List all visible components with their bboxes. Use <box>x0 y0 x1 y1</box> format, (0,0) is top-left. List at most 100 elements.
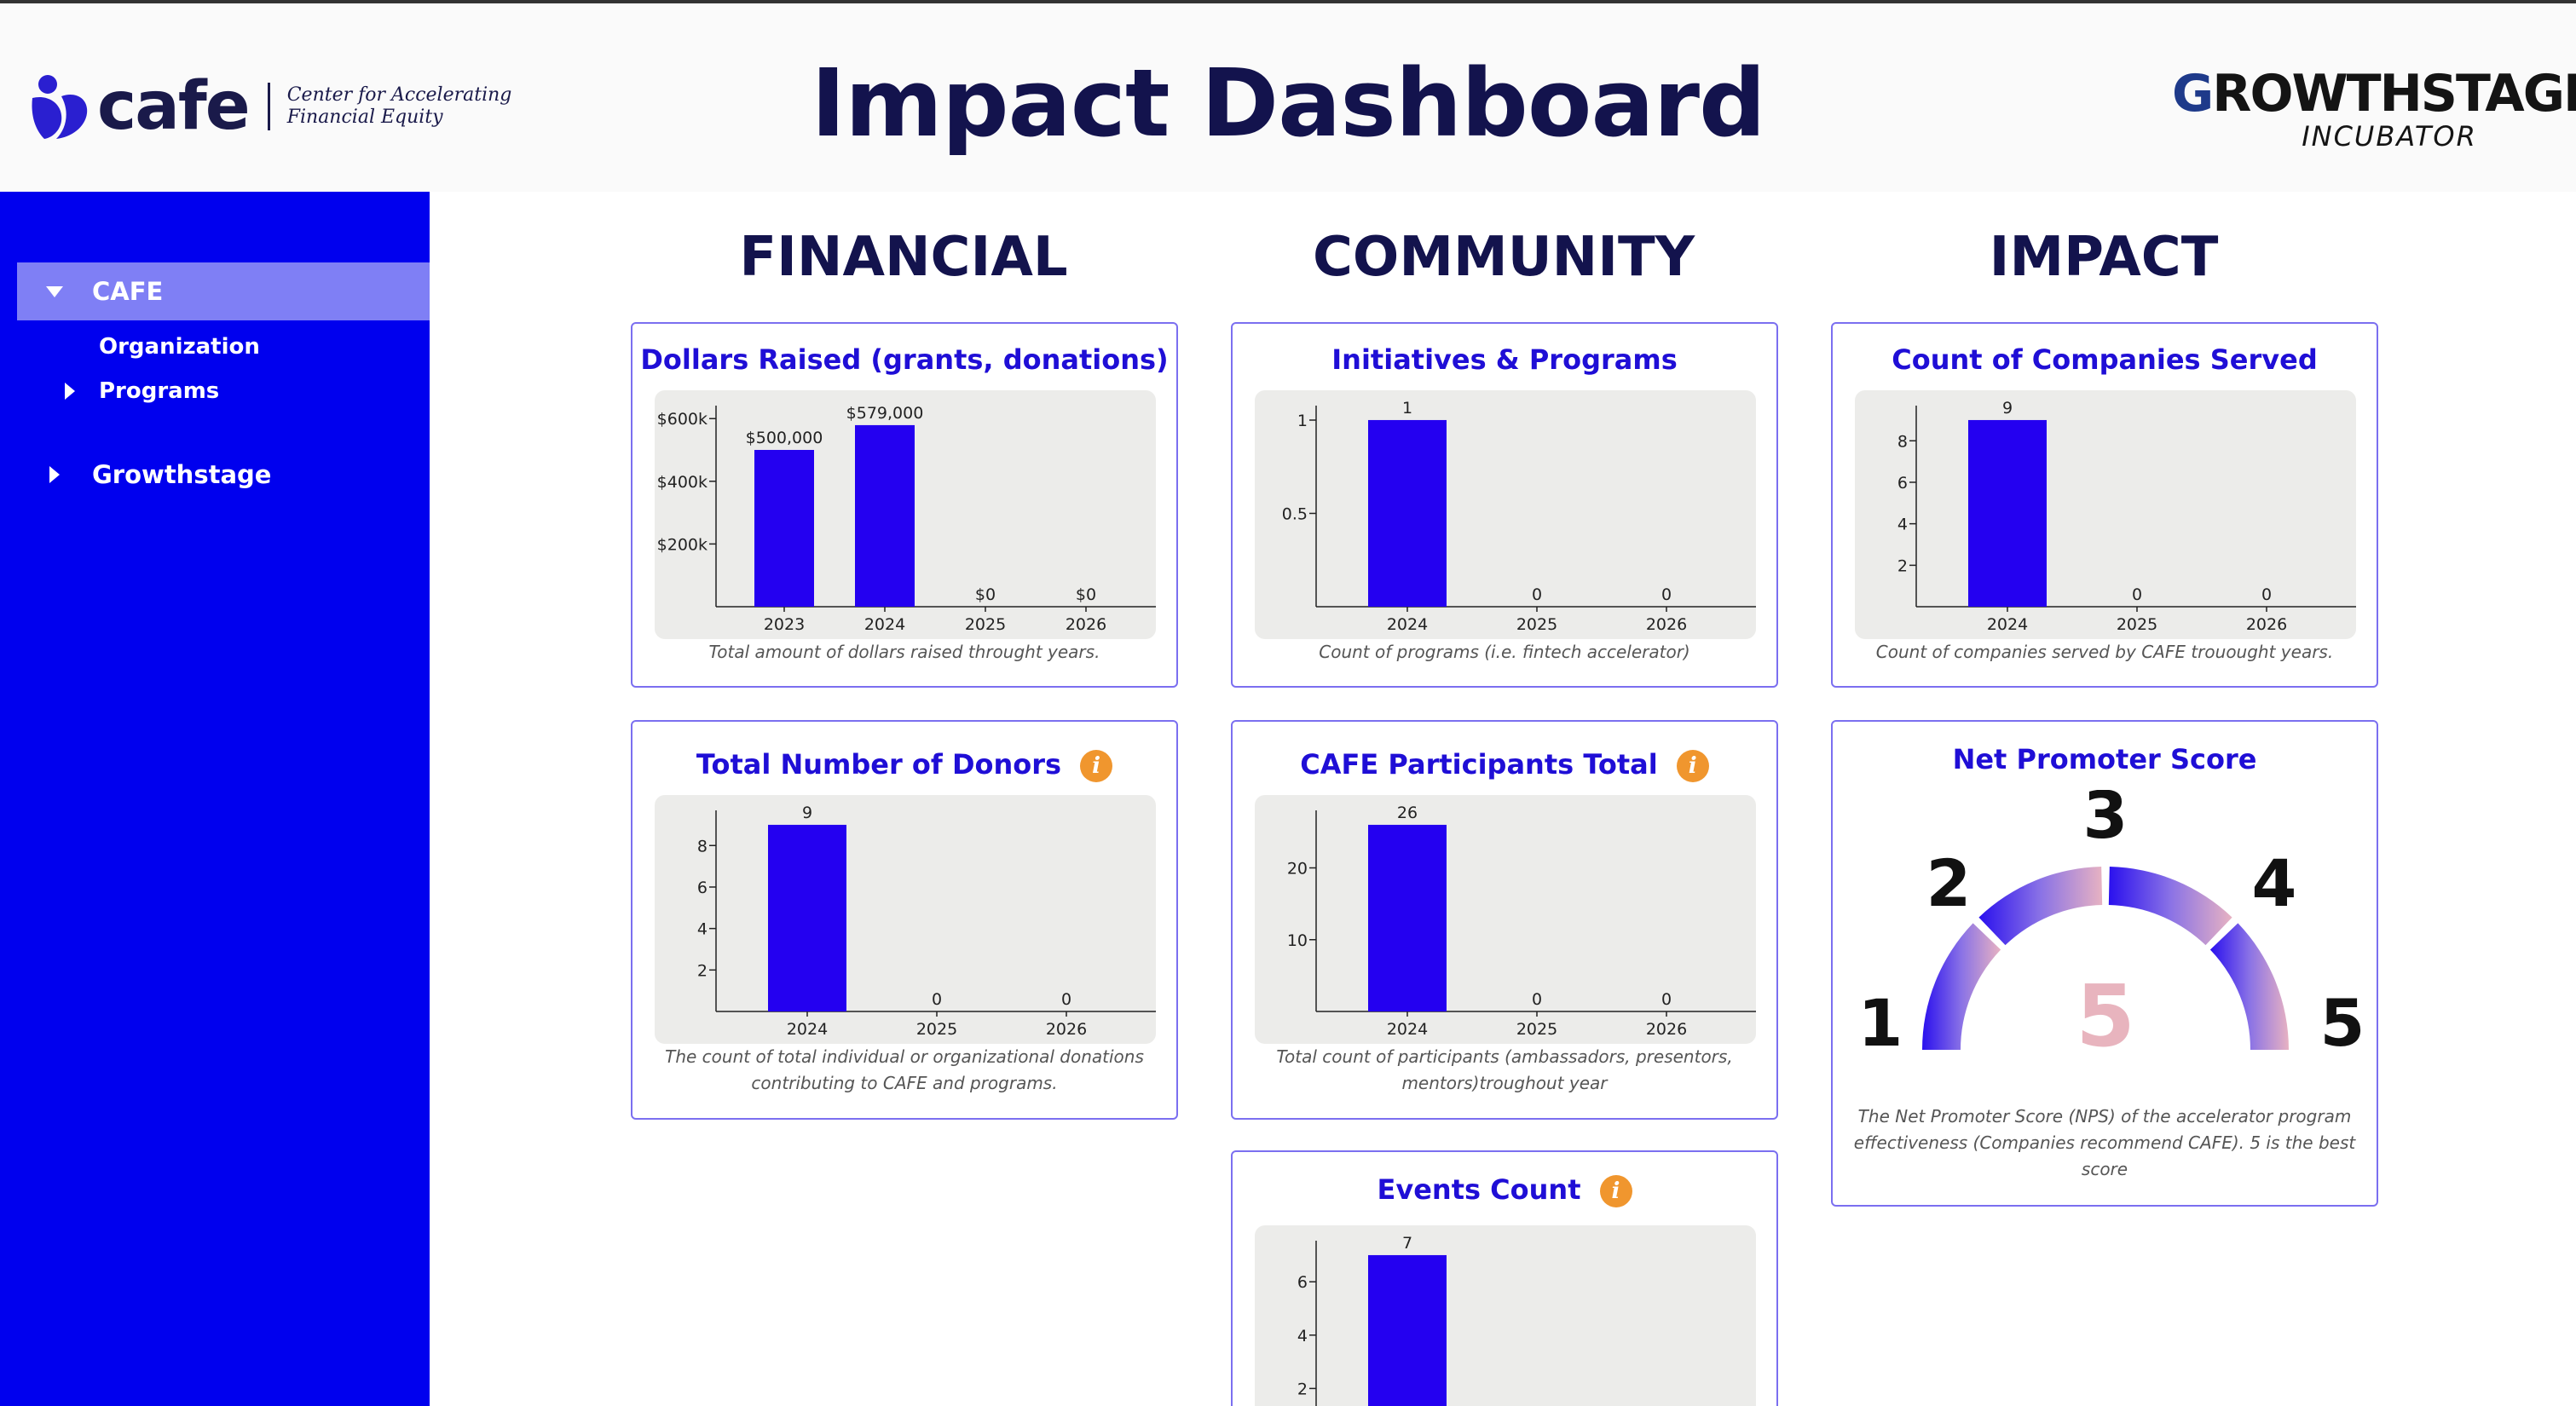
card-companies-served: Count of Companies Served 2 4 6 8 9 2024 0 2025… <box>1831 322 2378 688</box>
card-title: Net Promoter Score <box>1952 743 2257 775</box>
bar <box>1368 824 1447 1011</box>
sidebar-item-label: CAFE <box>92 277 164 306</box>
card-caption: Count of programs (i.e. fintech accelera… <box>1319 642 1690 662</box>
x-tick-label: 2024 <box>787 1020 828 1039</box>
x-tick-label: 2025 <box>965 615 1006 634</box>
bar-chart: 0.5 1 1 2024 0 2025 0 2026 <box>1255 390 1756 639</box>
data-label: 0 <box>2132 585 2142 604</box>
sidebar-item-cafe[interactable]: CAFE <box>17 262 430 320</box>
y-tick-label: 4 <box>1297 1327 1308 1345</box>
bar-chart-svg: 10202620240202502026 <box>1287 804 1756 1039</box>
x-tick-label: 2026 <box>2246 615 2287 634</box>
info-icon[interactable]: i <box>1676 750 1709 782</box>
caret-right-icon <box>49 466 60 483</box>
card-dollars-raised: Dollars Raised (grants, donations) $200k… <box>631 322 1178 688</box>
sidebar-item-label: Organization <box>99 334 260 360</box>
bar <box>754 450 814 607</box>
card-caption: Count of companies served by CAFE trouou… <box>1875 642 2334 662</box>
card-caption: The Net Promoter Score (NPS) of the acce… <box>1853 1106 2356 1179</box>
card-title: Total Number of Donors <box>696 748 1062 781</box>
bar-chart-svg: $200k $400k $600k $500,000 2023 $579,000 2024 $… <box>657 404 1156 634</box>
y-tick-label: 6 <box>1297 1273 1308 1292</box>
data-label: 0 <box>1661 585 1672 604</box>
x-tick-label: 2024 <box>1387 1020 1428 1039</box>
growthstage-logo: GROWTHSTAGE INCUBATOR <box>2172 66 2576 153</box>
sidebar-item-growthstage[interactable]: Growthstage <box>49 449 271 500</box>
data-label: $579,000 <box>846 404 924 423</box>
growthstage-logo-sub: INCUBATOR <box>2302 120 2477 153</box>
card-caption: The count of total individual or organiz… <box>665 1046 1144 1093</box>
bar <box>768 824 846 1011</box>
bar-chart: 2 4 6 8 9 2024 0 2025 0 2026 <box>1855 390 2356 639</box>
x-tick-label: 2024 <box>864 615 905 634</box>
card-title: Initiatives & Programs <box>1331 343 1678 376</box>
nps-gauge-segment <box>2209 923 2289 1050</box>
caret-down-icon <box>46 285 63 297</box>
card-events-count: Events Counti 246720240202502026 <box>1231 1150 1778 1406</box>
data-label: 0 <box>932 990 942 1009</box>
sidebar-item-programs[interactable]: Programs <box>65 371 219 412</box>
bar-chart-svg: 2 4 6 8 9 2024 0 2025 0 2026 <box>697 804 1156 1039</box>
nps-gauge: 1 2 3 4 5 5 <box>1858 790 2365 1066</box>
y-tick-label: 0.5 <box>1282 504 1308 523</box>
sidebar-item-label: Programs <box>99 378 220 404</box>
nps-gauge-segment <box>2108 867 2232 946</box>
x-tick-label: 2026 <box>1646 615 1687 634</box>
data-label: $500,000 <box>746 429 823 447</box>
card-initiatives-programs: Initiatives & Programs 0.5 1 1 2024 0 2025 0 20… <box>1231 322 1778 688</box>
bar-chart: $200k $400k $600k $500,000 2023 $579,000 2024 $… <box>655 390 1156 639</box>
nps-scale-label-1: 1 <box>1858 985 1903 1061</box>
bar-chart-svg: 246720240202502026 <box>1297 1234 1447 1406</box>
y-tick-label: $200k <box>657 535 708 554</box>
y-tick-label: 2 <box>1897 556 1908 575</box>
card-title-row: CAFE Participants Total i <box>1233 747 1776 782</box>
card-title-row: Events Count i <box>1233 1173 1776 1207</box>
bar-chart-svg: 0.5 1 1 2024 0 2025 0 2026 <box>1282 399 1756 634</box>
data-label: 0 <box>1532 990 1542 1009</box>
nps-scale-label-4: 4 <box>2252 845 2297 921</box>
x-tick-label: 2024 <box>1987 615 2028 634</box>
y-tick-label: 8 <box>697 837 708 856</box>
nps-scale-label-5: 5 <box>2320 985 2365 1061</box>
data-label: 9 <box>2002 399 2013 418</box>
bar <box>1968 419 2047 607</box>
y-tick-label: 2 <box>1297 1380 1308 1398</box>
x-tick-label: 2025 <box>1516 615 1557 634</box>
column-heading-financial: FINANCIAL <box>739 226 1068 289</box>
card-total-donors: Total Number of Donors i 2 4 6 8 9 2024 0 2025 0 2… <box>631 720 1178 1120</box>
info-icon[interactable]: i <box>1599 1175 1632 1207</box>
bar-chart-svg: 2 4 6 8 9 2024 0 2025 0 2026 <box>1897 399 2356 634</box>
info-icon[interactable]: i <box>1080 750 1113 782</box>
x-tick-label: 2026 <box>1066 615 1106 634</box>
card-title: CAFE Participants Total <box>1300 748 1658 781</box>
nps-gauge-segment <box>1922 923 2001 1050</box>
x-tick-label: 2026 <box>1046 1020 1087 1039</box>
data-label: 0 <box>1532 585 1542 604</box>
card-title: Count of Companies Served <box>1892 343 2318 376</box>
growthstage-logo-name-rest: ROWTHSTAGE <box>2212 64 2576 124</box>
y-tick-label: 6 <box>1897 474 1908 493</box>
bar <box>855 424 915 607</box>
data-label: $0 <box>1076 585 1096 604</box>
data-label: 0 <box>1661 990 1672 1009</box>
data-label: 26 <box>1397 804 1418 822</box>
sidebar-item-organization[interactable]: Organization <box>99 326 260 367</box>
card-title: Dollars Raised (grants, donations) <box>640 343 1169 376</box>
bar-chart: 2 4 6 8 9 2024 0 2025 0 2026 <box>655 795 1156 1044</box>
x-tick-label: 2023 <box>764 615 805 634</box>
nps-value: 5 <box>2076 966 2135 1066</box>
x-tick-label: 2024 <box>1387 615 1428 634</box>
growthstage-logo-name: GROWTHSTAGE <box>2172 66 2576 121</box>
sidebar: CAFE Organization Programs Growthstage <box>0 192 430 1406</box>
y-tick-label: 4 <box>697 920 708 939</box>
y-tick-label: 4 <box>1897 516 1908 534</box>
bar-chart: 10 20 26 2024 0 2025 0 2026 <box>1255 795 1756 1044</box>
column-heading-impact: IMPACT <box>1989 226 2219 289</box>
nps-scale-label-3: 3 <box>2083 790 2128 853</box>
y-tick-label: 2 <box>697 961 708 980</box>
data-label: 0 <box>1061 990 1071 1009</box>
data-label: 9 <box>802 804 812 822</box>
y-tick-label: $600k <box>657 410 708 429</box>
data-label: $0 <box>975 585 996 604</box>
card-title-row: Total Number of Donors i <box>632 747 1176 782</box>
